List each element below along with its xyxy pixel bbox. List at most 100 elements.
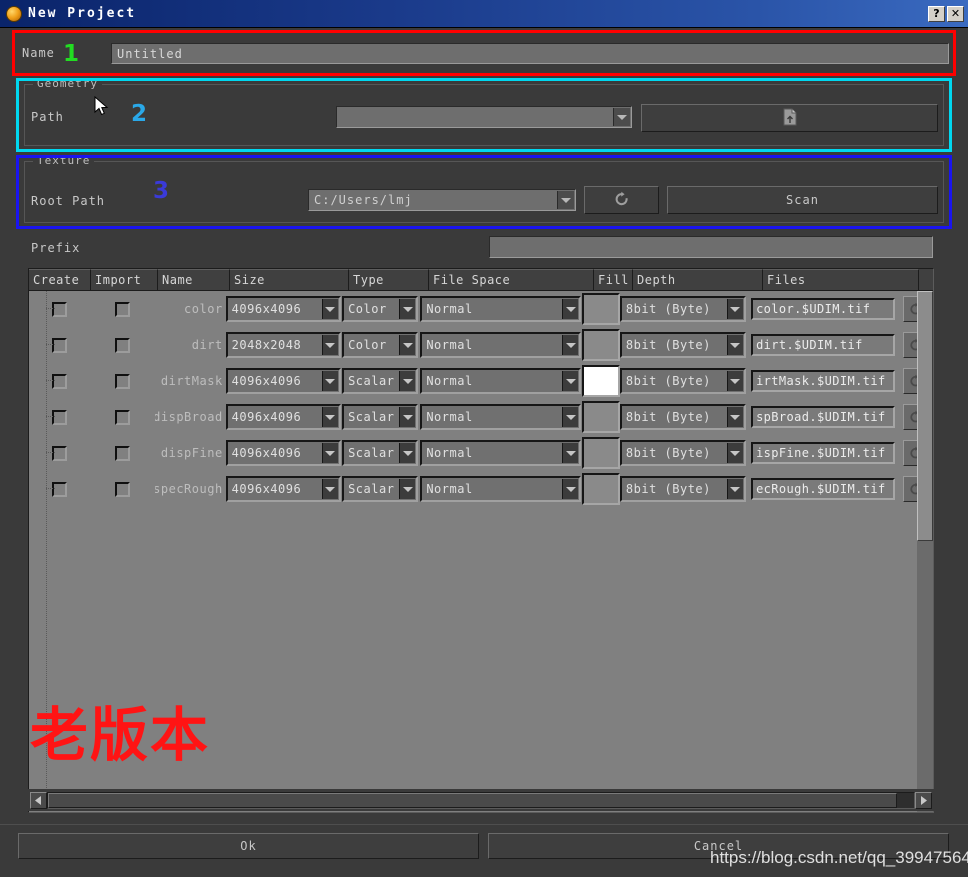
chevron-down-icon[interactable]: [321, 299, 338, 319]
chevron-down-icon[interactable]: [562, 299, 579, 319]
file-space-combo[interactable]: Normal: [420, 296, 582, 322]
files-input[interactable]: ecRough.$UDIM.tif: [751, 478, 896, 500]
chevron-down-icon[interactable]: [562, 479, 579, 499]
name-input[interactable]: Untitled: [111, 43, 949, 64]
table-horizontal-scrollbar[interactable]: [28, 789, 934, 811]
size-combo[interactable]: 4096x4096: [225, 404, 341, 430]
column-header-size[interactable]: Size: [230, 269, 349, 290]
column-header-depth[interactable]: Depth: [633, 269, 763, 290]
chevron-down-icon[interactable]: [399, 479, 416, 499]
files-input[interactable]: dirt.$UDIM.tif: [751, 334, 896, 356]
fill-color-swatch[interactable]: [581, 437, 620, 469]
size-combo[interactable]: 4096x4096: [225, 368, 341, 394]
geometry-browse-button[interactable]: [641, 104, 938, 132]
scroll-left-arrow-icon[interactable]: [30, 791, 47, 809]
chevron-down-icon[interactable]: [321, 443, 338, 463]
import-checkbox[interactable]: [114, 337, 130, 353]
create-checkbox[interactable]: [51, 337, 67, 353]
column-header-import[interactable]: Import: [91, 269, 158, 290]
prefix-input[interactable]: [489, 236, 933, 258]
chevron-down-icon[interactable]: [726, 299, 743, 319]
horizontal-scrollbar-thumb[interactable]: [48, 792, 897, 808]
table-row[interactable]: color 4096x4096 Color Normal 8bit (Byte)…: [29, 291, 933, 327]
depth-combo[interactable]: 8bit (Byte): [619, 404, 746, 430]
chevron-down-icon[interactable]: [321, 407, 338, 427]
chevron-down-icon[interactable]: [321, 479, 338, 499]
file-space-combo[interactable]: Normal: [420, 332, 582, 358]
texture-refresh-button[interactable]: [584, 186, 659, 214]
table-row[interactable]: dispBroad 4096x4096 Scalar Normal 8bit (…: [29, 399, 933, 435]
vertical-scrollbar-thumb[interactable]: [917, 291, 933, 541]
file-space-combo[interactable]: Normal: [420, 404, 582, 430]
geometry-path-combo[interactable]: [336, 106, 632, 128]
help-button[interactable]: ?: [928, 5, 945, 22]
import-checkbox[interactable]: [114, 445, 130, 461]
import-checkbox[interactable]: [114, 301, 130, 317]
column-header-fill[interactable]: Fill: [594, 269, 633, 290]
size-combo[interactable]: 4096x4096: [225, 476, 341, 502]
table-vertical-scrollbar[interactable]: [917, 291, 933, 812]
files-input[interactable]: color.$UDIM.tif: [751, 298, 896, 320]
create-checkbox[interactable]: [51, 481, 67, 497]
create-checkbox[interactable]: [51, 409, 67, 425]
chevron-down-icon[interactable]: [562, 335, 579, 355]
import-checkbox[interactable]: [114, 481, 130, 497]
depth-combo[interactable]: 8bit (Byte): [619, 296, 746, 322]
chevron-down-icon[interactable]: [399, 335, 416, 355]
create-checkbox[interactable]: [51, 301, 67, 317]
chevron-down-icon[interactable]: [562, 371, 579, 391]
column-header-file-space[interactable]: File Space: [429, 269, 594, 290]
scroll-right-arrow-icon[interactable]: [915, 791, 932, 809]
close-button[interactable]: ✕: [947, 5, 964, 22]
column-header-type[interactable]: Type: [349, 269, 429, 290]
chevron-down-icon[interactable]: [399, 299, 416, 319]
table-row[interactable]: dirt 2048x2048 Color Normal 8bit (Byte) …: [29, 327, 933, 363]
type-combo[interactable]: Color: [342, 296, 419, 322]
table-row[interactable]: dirtMask 4096x4096 Scalar Normal 8bit (B…: [29, 363, 933, 399]
chevron-down-icon[interactable]: [726, 407, 743, 427]
column-header-create[interactable]: Create: [29, 269, 91, 290]
fill-color-swatch[interactable]: [581, 293, 620, 325]
cancel-button[interactable]: Cancel: [488, 833, 949, 859]
type-combo[interactable]: Color: [342, 332, 419, 358]
chevron-down-icon[interactable]: [726, 371, 743, 391]
chevron-down-icon[interactable]: [562, 443, 579, 463]
chevron-down-icon[interactable]: [562, 407, 579, 427]
type-combo[interactable]: Scalar: [342, 476, 419, 502]
create-checkbox[interactable]: [51, 445, 67, 461]
files-input[interactable]: irtMask.$UDIM.tif: [751, 370, 896, 392]
file-space-combo[interactable]: Normal: [420, 440, 582, 466]
file-space-combo[interactable]: Normal: [420, 476, 582, 502]
horizontal-scroll-track[interactable]: [47, 791, 915, 809]
chevron-down-icon[interactable]: [726, 335, 743, 355]
ok-button[interactable]: Ok: [18, 833, 479, 859]
files-input[interactable]: spBroad.$UDIM.tif: [751, 406, 896, 428]
create-checkbox[interactable]: [51, 373, 67, 389]
type-combo[interactable]: Scalar: [342, 440, 419, 466]
fill-color-swatch[interactable]: [581, 473, 620, 505]
column-header-files[interactable]: Files: [763, 269, 919, 290]
scan-button[interactable]: Scan: [667, 186, 938, 214]
column-header-name[interactable]: Name: [158, 269, 230, 290]
texture-root-path-combo[interactable]: C:/Users/lmj: [308, 189, 576, 211]
chevron-down-icon[interactable]: [557, 191, 574, 209]
file-space-combo[interactable]: Normal: [420, 368, 582, 394]
type-combo[interactable]: Scalar: [342, 404, 419, 430]
chevron-down-icon[interactable]: [321, 371, 338, 391]
chevron-down-icon[interactable]: [399, 407, 416, 427]
table-row[interactable]: specRough 4096x4096 Scalar Normal 8bit (…: [29, 471, 933, 507]
depth-combo[interactable]: 8bit (Byte): [619, 368, 746, 394]
files-input[interactable]: ispFine.$UDIM.tif: [751, 442, 896, 464]
fill-color-swatch[interactable]: [581, 365, 620, 397]
chevron-down-icon[interactable]: [613, 108, 630, 126]
type-combo[interactable]: Scalar: [342, 368, 419, 394]
import-checkbox[interactable]: [114, 409, 130, 425]
depth-combo[interactable]: 8bit (Byte): [619, 332, 746, 358]
chevron-down-icon[interactable]: [726, 443, 743, 463]
depth-combo[interactable]: 8bit (Byte): [619, 476, 746, 502]
chevron-down-icon[interactable]: [726, 479, 743, 499]
size-combo[interactable]: 2048x2048: [225, 332, 341, 358]
fill-color-swatch[interactable]: [581, 401, 620, 433]
fill-color-swatch[interactable]: [581, 329, 620, 361]
size-combo[interactable]: 4096x4096: [225, 440, 341, 466]
